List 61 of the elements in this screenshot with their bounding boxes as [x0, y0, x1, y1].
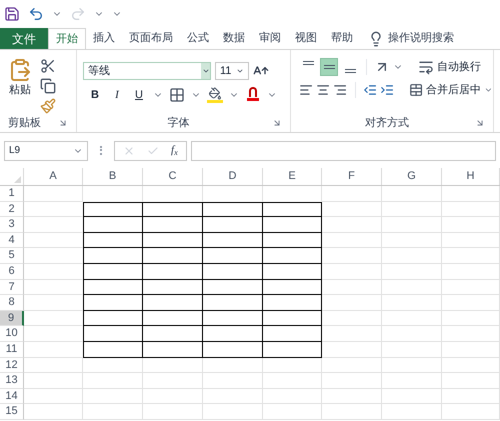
row-header[interactable]: 6: [0, 264, 24, 280]
row-header[interactable]: 14: [0, 388, 24, 404]
row-header[interactable]: 15: [0, 404, 24, 420]
undo-icon[interactable]: [28, 6, 44, 22]
column-header[interactable]: H: [442, 168, 500, 185]
merge-cells-icon: [408, 82, 424, 98]
dialog-launcher-icon[interactable]: [475, 118, 485, 128]
tell-me-search[interactable]: 操作说明搜索: [388, 30, 454, 47]
ribbon-tab[interactable]: 页面布局: [122, 28, 180, 49]
column-header[interactable]: G: [382, 168, 442, 185]
save-icon[interactable]: [4, 6, 20, 22]
caret-icon: [202, 67, 210, 75]
row-header[interactable]: 1: [0, 186, 24, 202]
row-header[interactable]: 5: [0, 248, 24, 264]
row-header[interactable]: 11: [0, 342, 24, 358]
font-name-field[interactable]: 等线: [83, 62, 211, 80]
dialog-launcher-icon[interactable]: [272, 118, 282, 128]
group-label: 字体: [168, 116, 190, 131]
wrap-text-button[interactable]: 自动换行: [437, 58, 481, 76]
row-header[interactable]: 7: [0, 280, 24, 296]
row-header[interactable]: 12: [0, 358, 24, 374]
fill-color-icon[interactable]: [207, 87, 223, 104]
merge-center-button[interactable]: 合并后居中: [426, 82, 482, 98]
caret-icon: [236, 67, 244, 75]
scissors-icon[interactable]: [40, 58, 56, 74]
ribbon-tab[interactable]: 开始: [48, 28, 86, 49]
name-box[interactable]: L9: [4, 140, 88, 160]
ribbon-tab[interactable]: 视图: [288, 28, 324, 49]
group-label: 对齐方式: [365, 116, 409, 131]
row-header[interactable]: 4: [0, 232, 24, 248]
ribbon-tab[interactable]: 审阅: [252, 28, 288, 49]
column-header[interactable]: B: [83, 168, 143, 185]
column-header[interactable]: C: [143, 168, 203, 185]
row-header[interactable]: 2: [0, 202, 24, 218]
column-header[interactable]: D: [203, 168, 263, 185]
row-header[interactable]: 13: [0, 373, 24, 389]
column-header[interactable]: A: [24, 168, 83, 185]
ribbon-tab[interactable]: 公式: [180, 28, 216, 49]
ribbon-tab[interactable]: 插入: [86, 28, 122, 49]
clipboard-icon: [8, 58, 32, 82]
column-header[interactable]: E: [263, 168, 322, 185]
bold-button[interactable]: B: [87, 87, 103, 104]
column-header[interactable]: F: [322, 168, 382, 185]
vertical-align-button[interactable]: [320, 58, 338, 76]
copy-icon[interactable]: [40, 78, 56, 94]
dialog-launcher-icon[interactable]: [58, 118, 68, 128]
font-size-field[interactable]: 11: [215, 62, 249, 80]
borders-icon[interactable]: [169, 87, 185, 104]
underline-button[interactable]: U: [131, 87, 147, 104]
row-header[interactable]: 10: [0, 326, 24, 342]
group-label: 剪贴板: [8, 116, 41, 131]
ribbon-tab[interactable]: 数据: [216, 28, 252, 49]
insert-function-button[interactable]: f$_{x}$: [171, 145, 178, 156]
paste-button[interactable]: 粘贴: [8, 58, 32, 114]
row-header[interactable]: 9: [0, 310, 24, 326]
formula-input[interactable]: [190, 140, 496, 160]
row-header[interactable]: 3: [0, 217, 24, 233]
file-tab[interactable]: 文件: [0, 28, 48, 49]
italic-button[interactable]: I: [109, 87, 125, 104]
ribbon-tab[interactable]: 帮助: [324, 28, 360, 49]
wrap-text-icon: [418, 59, 434, 75]
